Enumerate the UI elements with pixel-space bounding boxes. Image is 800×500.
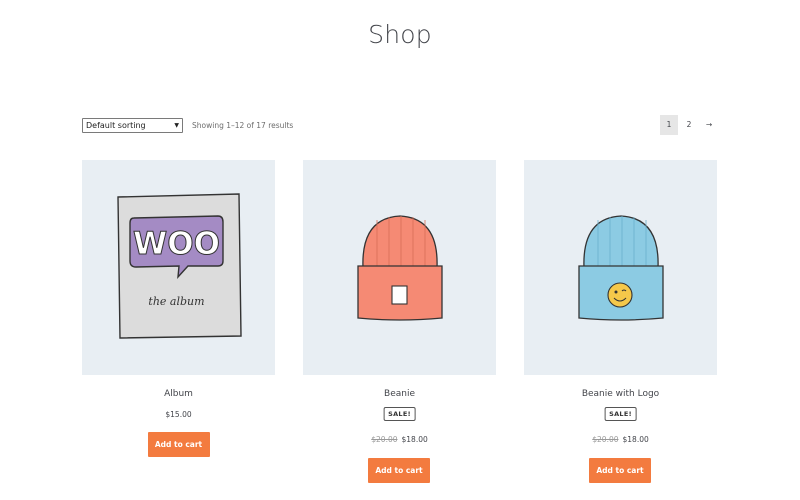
product-price: $20.00 $18.00 [303, 435, 496, 444]
original-price: $20.00 [592, 435, 619, 444]
sale-badge: SALE! [604, 407, 637, 421]
page-1-current: 1 [660, 115, 678, 135]
next-page-arrow-icon[interactable]: → [700, 115, 718, 135]
shop-toolbar: Default sorting ▼ Showing 1–12 of 17 res… [82, 115, 718, 136]
chevron-down-icon: ▼ [174, 122, 179, 129]
page-2-link[interactable]: 2 [680, 115, 698, 135]
add-to-cart-button[interactable]: Add to cart [589, 458, 651, 483]
sort-select[interactable]: Default sorting ▼ [82, 118, 183, 133]
album-logo-text: WOO [133, 226, 220, 262]
sale-badge: SALE! [383, 407, 416, 421]
sale-price: $18.00 [622, 435, 649, 444]
product-image-beanie-with-logo[interactable] [524, 160, 717, 375]
product-card-beanie: Beanie SALE! $20.00 $18.00 Add to cart [303, 160, 496, 483]
product-image-beanie[interactable] [303, 160, 496, 375]
product-name[interactable]: Album [82, 389, 275, 399]
album-caption-text: the album [148, 295, 204, 308]
result-count: Showing 1–12 of 17 results [192, 121, 294, 130]
product-card-album: WOO the album Album $15.00 Add to cart [82, 160, 275, 457]
sale-price: $18.00 [401, 435, 428, 444]
product-name[interactable]: Beanie with Logo [524, 389, 717, 399]
beanie-illustration [357, 215, 443, 321]
original-price: $20.00 [371, 435, 398, 444]
current-price: $15.00 [165, 410, 192, 419]
product-name[interactable]: Beanie [303, 389, 496, 399]
sort-select-value: Default sorting [86, 121, 146, 130]
album-illustration: WOO the album [117, 193, 242, 339]
page-title: Shop [368, 20, 432, 49]
pagination: 1 2 → [660, 115, 718, 135]
add-to-cart-button[interactable]: Add to cart [368, 458, 430, 483]
product-price: $20.00 $18.00 [524, 435, 717, 444]
add-to-cart-button[interactable]: Add to cart [147, 432, 210, 457]
product-image-album[interactable]: WOO the album [82, 160, 275, 375]
product-price: $15.00 [82, 410, 275, 419]
product-card-beanie-with-logo: Beanie with Logo SALE! $20.00 $18.00 Add … [524, 160, 717, 483]
beanie-with-logo-illustration [578, 215, 664, 321]
